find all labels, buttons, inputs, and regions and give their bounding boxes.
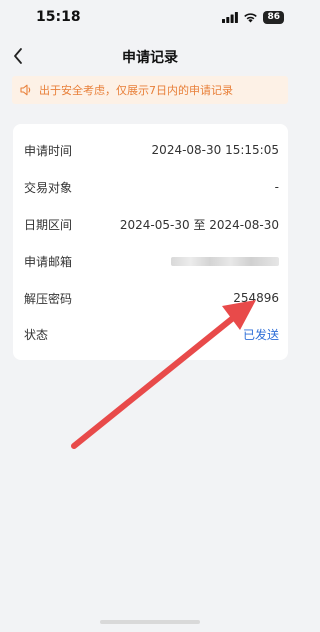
row-label: 申请时间 <box>24 143 73 158</box>
status-value[interactable]: 已发送 <box>243 326 279 343</box>
row-apply-time: 申请时间 2024-08-30 15:15:05 <box>24 140 279 160</box>
row-label: 解压密码 <box>24 291 73 306</box>
apply-time-value: 2024-08-30 15:15:05 <box>151 143 279 157</box>
notice-text: 出于安全考虑，仅展示7日内的申请记录 <box>39 84 233 97</box>
page-title: 申请记录 <box>122 50 178 66</box>
row-date-range: 日期区间 2024-05-30 至 2024-08-30 <box>24 214 279 234</box>
battery-indicator: 86 <box>263 11 284 24</box>
unzip-password-value: 254896 <box>233 291 279 305</box>
record-card: 申请时间 2024-08-30 15:15:05 交易对象 - 日期区间 202… <box>13 124 288 360</box>
counterparty-value: - <box>274 180 279 194</box>
row-unzip-password: 解压密码 254896 <box>24 288 279 308</box>
row-status: 状态 已发送 <box>24 324 279 344</box>
row-label: 交易对象 <box>24 180 73 195</box>
row-label: 日期区间 <box>24 217 73 232</box>
status-bar: 15:18 86 <box>0 0 300 34</box>
signal-icon <box>222 12 239 23</box>
wifi-icon <box>244 13 258 23</box>
speaker-icon <box>20 84 31 96</box>
notice-banner: 出于安全考虑，仅展示7日内的申请记录 <box>12 76 288 104</box>
row-counterparty: 交易对象 - <box>24 177 279 197</box>
row-label: 申请邮箱 <box>24 254 73 269</box>
email-value-redacted <box>171 256 279 266</box>
row-email: 申请邮箱 <box>24 251 279 271</box>
row-label: 状态 <box>24 327 49 342</box>
date-range-value: 2024-05-30 至 2024-08-30 <box>119 217 279 232</box>
home-indicator <box>100 620 200 624</box>
nav-bar: 申请记录 <box>0 38 300 74</box>
status-icons: 86 <box>222 11 284 24</box>
status-time: 15:18 <box>36 9 81 25</box>
